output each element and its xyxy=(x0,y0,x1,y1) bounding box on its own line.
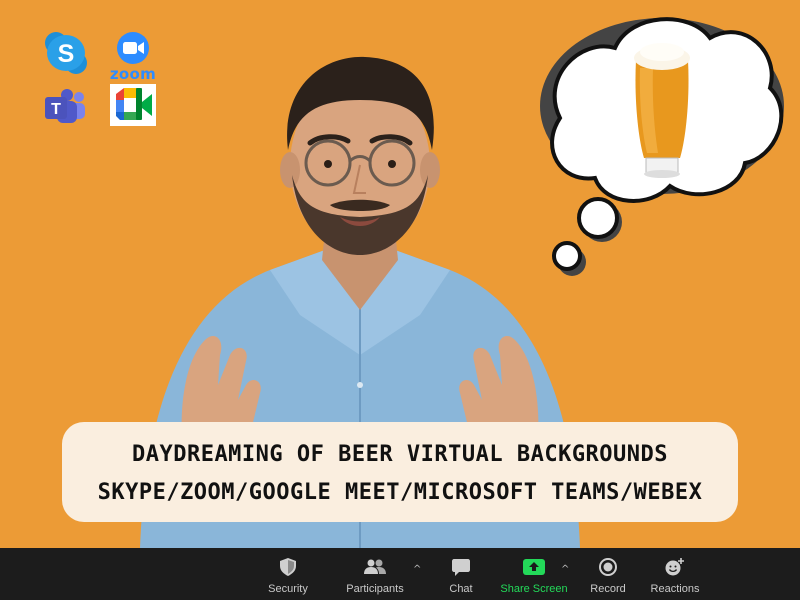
reactions-label: Reactions xyxy=(650,583,700,595)
teams-logo-icon: T xyxy=(45,89,85,123)
virtual-background: S zoom T DAYDREAMING OF BEER VIRTUAL BAC… xyxy=(0,0,800,548)
record-button[interactable]: Record xyxy=(590,548,626,600)
caption-subtitle: SKYPE/ZOOM/GOOGLE MEET/MICROSOFT TEAMS/W… xyxy=(97,480,703,505)
record-icon xyxy=(595,556,621,578)
share-screen-label: Share Screen xyxy=(500,583,568,595)
emoji-plus-icon xyxy=(662,556,688,578)
svg-text:T: T xyxy=(51,101,61,118)
chat-label: Chat xyxy=(449,583,473,595)
chat-bubble-icon xyxy=(448,556,474,578)
shield-icon xyxy=(275,556,301,578)
people-icon xyxy=(362,556,388,578)
skype-logo-icon: S xyxy=(45,32,87,74)
chat-button[interactable]: Chat xyxy=(444,548,478,600)
svg-text:S: S xyxy=(58,40,75,68)
participants-label: Participants xyxy=(346,583,404,595)
share-screen-icon xyxy=(521,556,547,578)
meeting-toolbar: Security Participants ^ Chat Share Scree… xyxy=(0,548,800,600)
security-button[interactable]: Security xyxy=(268,548,308,600)
participants-button[interactable]: Participants xyxy=(345,548,405,600)
reactions-button[interactable]: Reactions xyxy=(650,548,700,600)
thought-bubble xyxy=(540,17,784,276)
record-label: Record xyxy=(590,583,626,595)
caption-title: DAYDREAMING OF BEER VIRTUAL BACKGROUNDS xyxy=(131,442,669,467)
security-label: Security xyxy=(268,583,308,595)
share-screen-button[interactable]: Share Screen xyxy=(500,548,568,600)
participants-caret-icon[interactable]: ^ xyxy=(413,564,421,575)
caption-banner: DAYDREAMING OF BEER VIRTUAL BACKGROUNDS … xyxy=(62,422,738,522)
share-screen-caret-icon[interactable]: ^ xyxy=(561,564,569,575)
